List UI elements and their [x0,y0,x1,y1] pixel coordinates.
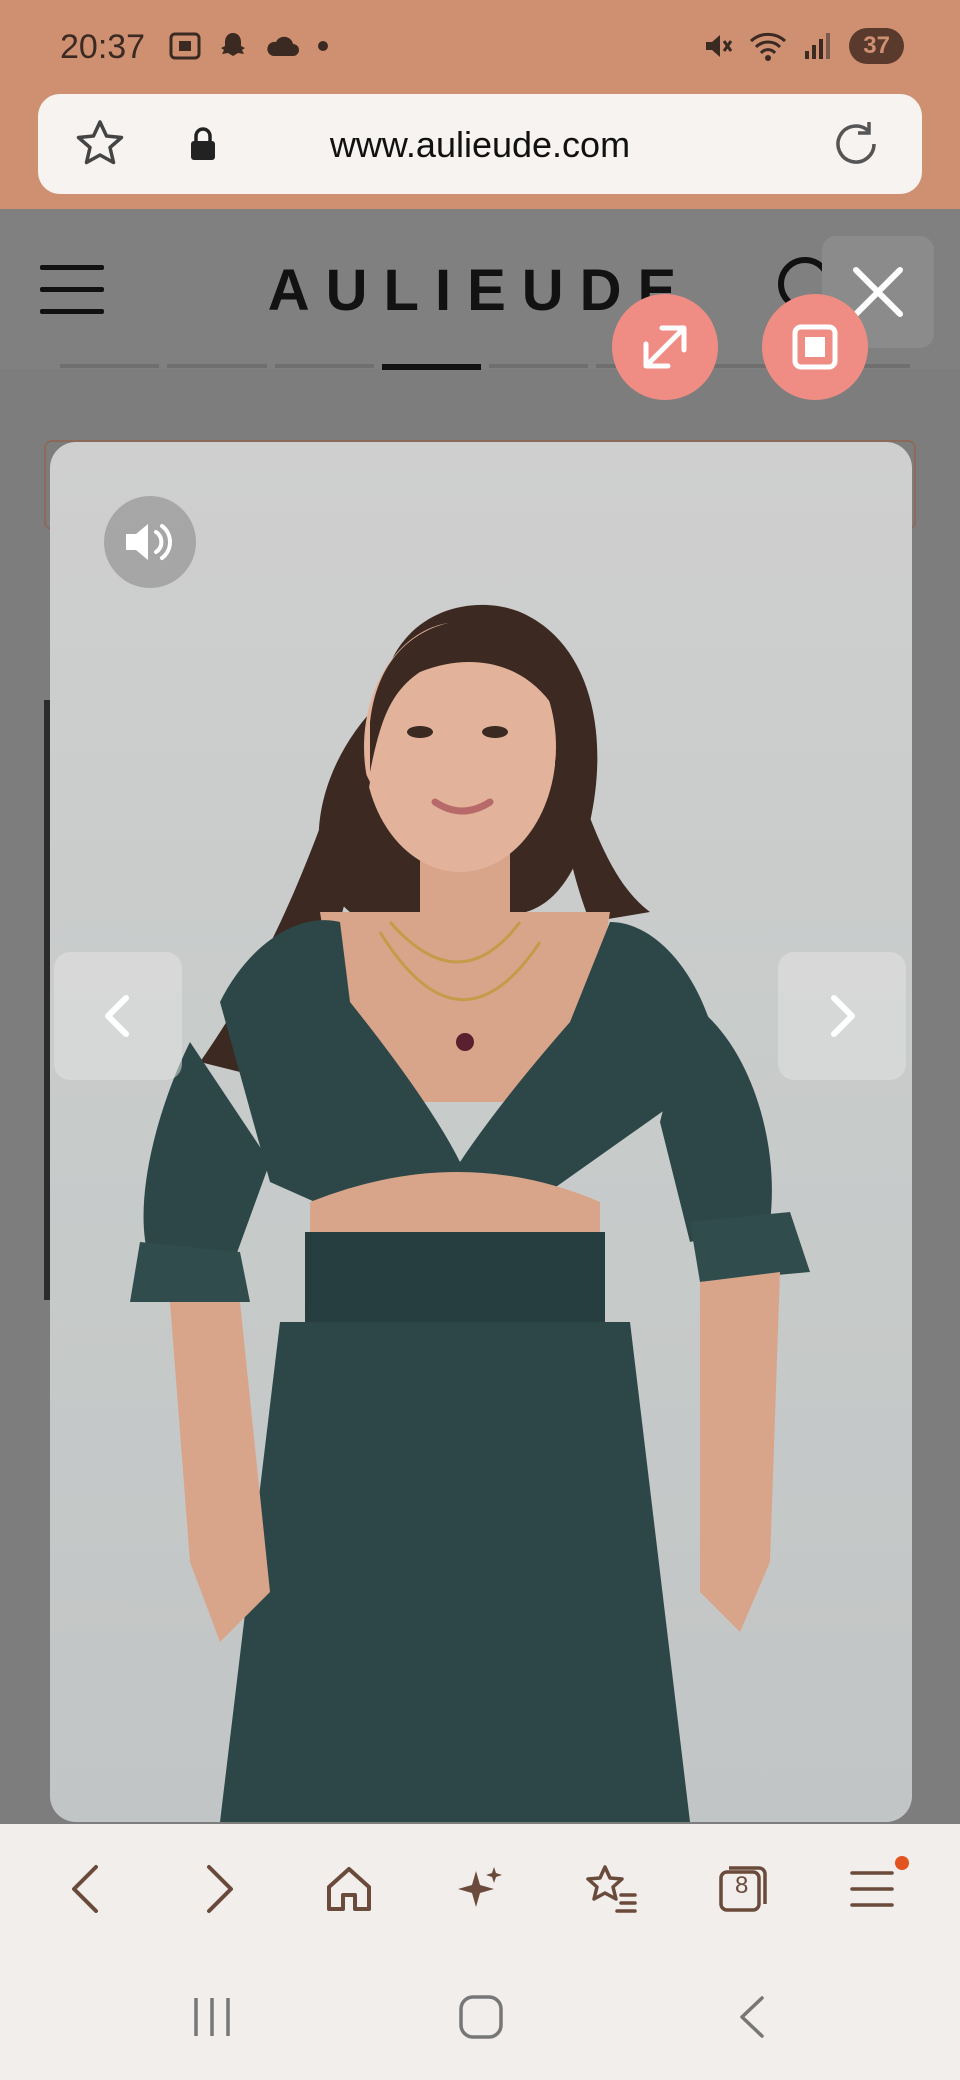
chevron-left-icon [105,995,129,1037]
status-and-address-area: 20:37 37 www.aulieude.com [0,0,960,209]
stop-icon [792,324,838,370]
url-text[interactable]: www.aulieude.com [38,124,922,166]
status-right-icons: 37 [703,28,904,64]
home-system-icon [459,1995,503,2039]
battery-indicator: 37 [849,28,904,64]
video-frame-person [130,604,810,1822]
next-slide-button[interactable] [778,952,906,1080]
bookmarks-button[interactable] [566,1844,656,1934]
expand-button[interactable] [612,294,718,400]
sparkle-icon [457,1867,502,1907]
recent-apps-button[interactable] [190,1994,234,2045]
back-button[interactable] [42,1844,132,1934]
address-bar[interactable]: www.aulieude.com [38,94,922,194]
back-system-icon [740,1996,764,2038]
snapchat-icon [221,33,245,56]
recent-apps-icon [194,1998,230,2036]
dot-icon [318,41,328,51]
video-player[interactable] [50,442,912,1822]
chevron-right-icon [831,995,855,1037]
forward-icon [207,1865,234,1913]
expand-icon [643,325,687,369]
reload-icon[interactable] [828,116,884,172]
home-system-button[interactable] [458,1994,504,2045]
forward-button[interactable] [173,1844,263,1934]
cloud-icon [267,36,299,56]
home-button[interactable] [304,1844,394,1934]
back-system-button[interactable] [734,1994,768,2045]
screenshot-icon [169,32,201,60]
assistant-button[interactable] [435,1844,525,1934]
pip-stop-button[interactable] [762,294,868,400]
home-icon [327,1867,372,1911]
status-left-icons [168,30,330,62]
tabs-button[interactable]: 8 [697,1844,787,1934]
tab-count: 8 [734,1872,749,1899]
signal-icon [805,33,831,59]
bookmark-star-icon [586,1865,637,1913]
mute-icon [706,35,733,57]
browser-menu-button[interactable] [827,1844,917,1934]
speaker-icon [126,524,172,560]
back-icon [72,1865,99,1913]
menu-icon [850,1871,895,1907]
wifi-icon [750,32,787,61]
previous-slide-button[interactable] [54,952,182,1080]
menu-notification-dot [895,1856,910,1870]
sound-toggle-button[interactable] [104,496,196,588]
system-navigation-bar [0,1954,960,2080]
browser-toolbar: 8 [0,1824,960,1954]
status-time: 20:37 [60,28,146,66]
